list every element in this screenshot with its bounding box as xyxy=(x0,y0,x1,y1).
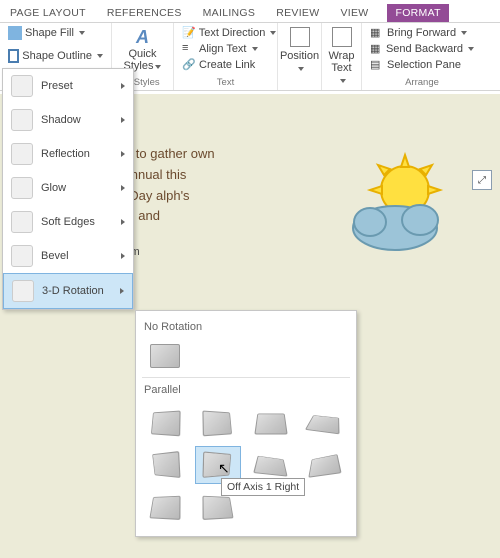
shape-fill-button[interactable]: Shape Fill xyxy=(6,25,105,41)
tab-review[interactable]: REVIEW xyxy=(274,4,321,22)
layout-options-button[interactable]: ⤢ xyxy=(472,170,492,190)
send-backward-button[interactable]: ▦Send Backward xyxy=(368,41,476,57)
selection-pane-button[interactable]: ▤Selection Pane xyxy=(368,57,476,73)
rotation-header-none: No Rotation xyxy=(142,317,350,337)
tab-mailings[interactable]: MAILINGS xyxy=(201,4,258,22)
ribbon-tabs: PAGE LAYOUT REFERENCES MAILINGS REVIEW V… xyxy=(0,0,500,23)
effect-preset[interactable]: Preset xyxy=(3,69,133,103)
effect-3d-rotation[interactable]: 3-D Rotation xyxy=(3,273,133,309)
effect-bevel[interactable]: Bevel xyxy=(3,239,133,273)
tab-page-layout[interactable]: PAGE LAYOUT xyxy=(8,4,88,22)
text-direction-button[interactable]: 📝Text Direction xyxy=(180,25,271,41)
layout-icon: ⤢ xyxy=(478,175,486,186)
align-text-icon: ≡ xyxy=(182,42,196,56)
bring-forward-button[interactable]: ▦Bring Forward xyxy=(368,25,476,41)
rotation-opt-3[interactable] xyxy=(248,404,294,442)
rotation-opt-4[interactable] xyxy=(301,404,347,442)
text-direction-icon: 📝 xyxy=(182,26,196,40)
arrange-group-label: Arrange xyxy=(368,77,476,88)
send-backward-icon: ▦ xyxy=(370,42,383,56)
sun-cloud-clipart[interactable] xyxy=(340,150,460,260)
selection-pane-icon: ▤ xyxy=(370,58,384,72)
link-icon: 🔗 xyxy=(182,58,196,72)
rotation-opt-5[interactable] xyxy=(142,446,188,484)
rotation-opt-9[interactable] xyxy=(142,488,188,526)
rotation-tooltip: Off Axis 1 Right xyxy=(221,478,305,496)
effect-shadow[interactable]: Shadow xyxy=(3,103,133,137)
tab-references[interactable]: REFERENCES xyxy=(105,4,184,22)
create-link-button[interactable]: 🔗Create Link xyxy=(180,57,271,73)
shape-outline-button[interactable]: Shape Outline xyxy=(6,48,105,64)
position-button[interactable]: Position xyxy=(276,25,323,76)
effect-reflection[interactable]: Reflection xyxy=(3,137,133,171)
wrap-text-button[interactable]: Wrap Text xyxy=(324,25,358,88)
effect-glow[interactable]: Glow xyxy=(3,171,133,205)
rotation-opt-2[interactable] xyxy=(195,404,241,442)
tab-format[interactable]: FORMAT xyxy=(387,4,448,22)
rotation-none[interactable] xyxy=(142,337,188,375)
tab-view[interactable]: VIEW xyxy=(338,4,370,22)
text-group-label: Text xyxy=(180,77,271,88)
rotation-opt-8[interactable] xyxy=(301,446,347,484)
effect-soft-edges[interactable]: Soft Edges xyxy=(3,205,133,239)
quick-styles-button[interactable]: AQuick Styles xyxy=(118,25,167,74)
rotation-submenu: No Rotation Parallel xyxy=(135,310,357,537)
bring-forward-icon: ▦ xyxy=(370,26,384,40)
rotation-opt-1[interactable] xyxy=(142,404,188,442)
cursor-icon: ↖ xyxy=(218,460,230,477)
rotation-header-parallel: Parallel xyxy=(142,380,350,400)
align-text-button[interactable]: ≡Align Text xyxy=(180,41,271,57)
shape-effects-dropdown: Preset Shadow Reflection Glow Soft Edges… xyxy=(2,68,134,310)
